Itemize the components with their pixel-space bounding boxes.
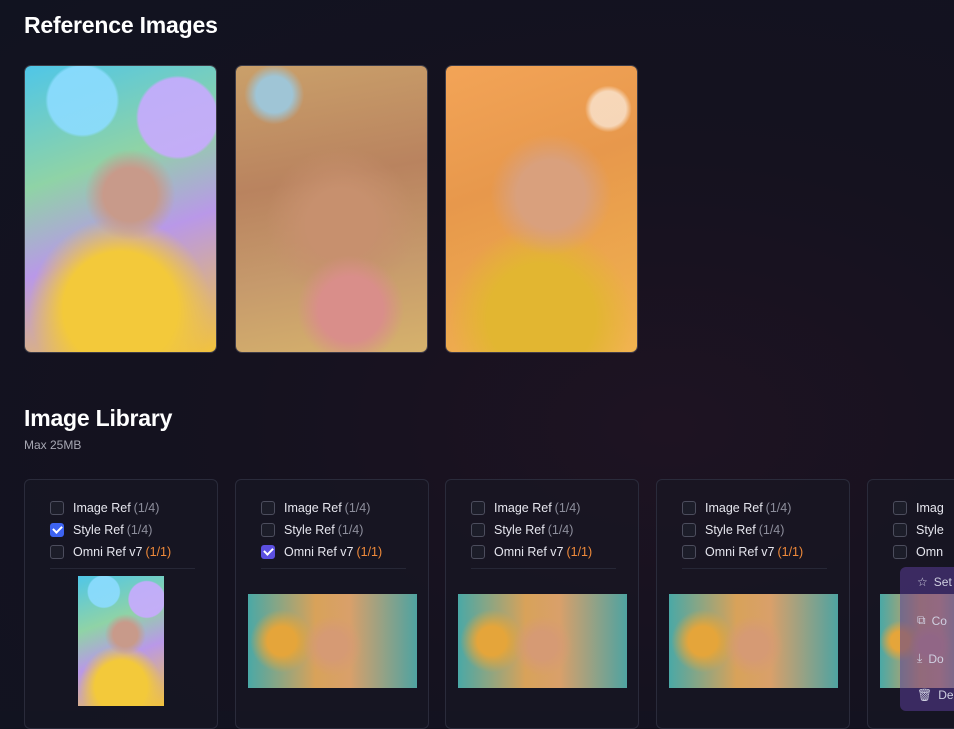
image-ref-checkbox[interactable] xyxy=(682,501,696,515)
bubbles-portrait-image xyxy=(25,66,216,352)
omni-ref-option[interactable]: Omni Ref v7 (1/1) xyxy=(471,541,611,563)
omni-ref-checkbox[interactable] xyxy=(471,545,485,559)
image-ref-option[interactable]: Image Ref (1/4) xyxy=(471,497,611,519)
image-library-title: Image Library xyxy=(24,405,173,431)
divider xyxy=(50,568,195,569)
image-ref-option[interactable]: Image Ref (1/4) xyxy=(50,497,190,519)
omni-ref-checkbox[interactable] xyxy=(682,545,696,559)
image-ref-checkbox[interactable] xyxy=(261,501,275,515)
library-thumbnail[interactable] xyxy=(669,594,838,688)
library-thumbnail[interactable] xyxy=(458,594,627,688)
divider xyxy=(471,568,616,569)
style-ref-option[interactable]: Style Ref (1/4) xyxy=(682,519,822,541)
reference-image-3[interactable] xyxy=(445,65,638,353)
library-card: Image Ref (1/4) Style Ref (1/4) Omni Ref v… xyxy=(24,479,218,729)
library-card: Image Ref (1/4) Style Ref (1/4) Omni Ref v… xyxy=(235,479,429,729)
download-icon: ⤓ xyxy=(917,651,923,665)
omni-ref-option[interactable]: Omni Ref v7 (1/1) xyxy=(261,541,401,563)
library-card: Image Ref (1/4) Style Ref (1/4) Omni Ref v… xyxy=(656,479,850,729)
style-ref-checkbox[interactable] xyxy=(893,523,907,537)
omni-ref-option[interactable]: Omn xyxy=(893,541,954,563)
style-ref-checkbox[interactable] xyxy=(682,523,696,537)
omni-ref-checkbox[interactable] xyxy=(893,545,907,559)
menu-item-download[interactable]: ⤓ Do xyxy=(917,651,944,666)
menu-item-set[interactable]: ☆ Set xyxy=(917,575,952,589)
library-thumbnail[interactable] xyxy=(78,576,164,706)
image-ref-checkbox[interactable] xyxy=(893,501,907,515)
menu-item-copy[interactable]: ⧉ Co xyxy=(917,613,947,628)
image-ref-checkbox[interactable] xyxy=(471,501,485,515)
style-ref-option[interactable]: Style Ref (1/4) xyxy=(261,519,401,541)
image-ref-option[interactable]: Imag xyxy=(893,497,954,519)
closeup-face-image xyxy=(236,66,427,352)
omni-ref-option[interactable]: Omni Ref v7 (1/1) xyxy=(50,541,190,563)
divider xyxy=(261,568,406,569)
trash-icon: 🗑 xyxy=(917,688,933,702)
style-ref-option[interactable]: Style Ref (1/4) xyxy=(50,519,190,541)
reference-images-title: Reference Images xyxy=(24,12,218,38)
image-ref-checkbox[interactable] xyxy=(50,501,64,515)
glitter-portrait-image xyxy=(446,66,637,352)
reference-image-2[interactable] xyxy=(235,65,428,353)
divider xyxy=(682,568,827,569)
reference-image-1[interactable] xyxy=(24,65,217,353)
omni-ref-option[interactable]: Omni Ref v7 (1/1) xyxy=(682,541,822,563)
style-ref-option[interactable]: Style Ref (1/4) xyxy=(471,519,611,541)
omni-ref-checkbox[interactable] xyxy=(261,545,275,559)
copy-icon: ⧉ xyxy=(917,613,926,627)
image-ref-option[interactable]: Image Ref (1/4) xyxy=(682,497,822,519)
style-ref-checkbox[interactable] xyxy=(50,523,64,537)
library-thumbnail[interactable] xyxy=(248,594,417,688)
library-size-limit: Max 25MB xyxy=(24,438,82,452)
style-ref-checkbox[interactable] xyxy=(261,523,275,537)
library-card: Image Ref (1/4) Style Ref (1/4) Omni Ref v… xyxy=(445,479,639,729)
image-ref-option[interactable]: Image Ref (1/4) xyxy=(261,497,401,519)
star-icon: ☆ xyxy=(917,575,928,589)
style-ref-option[interactable]: Style xyxy=(893,519,954,541)
menu-item-delete[interactable]: 🗑Del xyxy=(917,688,954,702)
style-ref-checkbox[interactable] xyxy=(471,523,485,537)
omni-ref-checkbox[interactable] xyxy=(50,545,64,559)
